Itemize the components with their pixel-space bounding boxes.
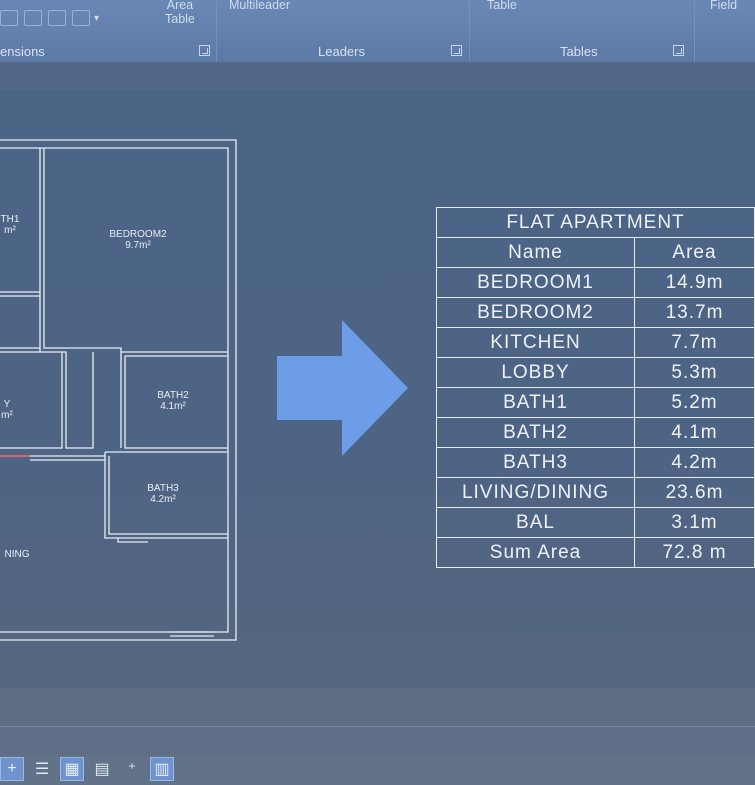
- multileader-button[interactable]: Multileader: [229, 0, 290, 12]
- room-label-bedroom2: BEDROOM2 9.7m²: [109, 229, 167, 251]
- panel-leaders: Leaders: [318, 44, 365, 59]
- table-row: BEDROOM2 13.7m: [436, 297, 755, 328]
- room-label-living-dining: NING: [4, 549, 30, 560]
- sum-label: Sum Area: [436, 537, 635, 568]
- command-line[interactable]: [0, 727, 755, 755]
- table-row: BAL 3.1m: [436, 507, 755, 538]
- dim-break-icon[interactable]: [72, 10, 90, 26]
- table-row: LIVING/DINING 23.6m: [436, 477, 755, 508]
- table-row: BATH3 4.2m: [436, 447, 755, 478]
- ucs-icon[interactable]: ⁺: [120, 757, 144, 781]
- area-table[interactable]: FLAT APARTMENT Name Area BEDROOM1 14.9m B…: [436, 207, 755, 568]
- room-label-bath3: BATH3 4.2m²: [147, 483, 179, 505]
- right-arrow-icon: [277, 320, 408, 456]
- chevron-down-icon[interactable]: ▾: [94, 13, 99, 24]
- header-area: Area: [634, 237, 755, 268]
- table-row: BEDROOM1 14.9m: [436, 267, 755, 298]
- dim-space-icon[interactable]: [48, 10, 66, 26]
- table-row: BATH1 5.2m: [436, 387, 755, 418]
- table-row: BATH2 4.1m: [436, 417, 755, 448]
- panel-tables: Tables: [560, 44, 598, 59]
- panel-dimensions: ensions: [0, 44, 45, 59]
- sum-value: 72.8 m: [634, 537, 755, 568]
- drawing-canvas[interactable]: TH1 m² BEDROOM2 9.7m² Ym² BATH2 4.1m² BATH3…: [0, 90, 755, 688]
- command-history: [0, 688, 755, 726]
- dimensions-launcher-icon[interactable]: [199, 45, 210, 56]
- header-name: Name: [436, 237, 635, 268]
- room-label-bath1: TH1 m²: [0, 214, 20, 236]
- dim-continue-icon[interactable]: [0, 10, 18, 26]
- table-row: KITCHEN 7.7m: [436, 327, 755, 358]
- field-button[interactable]: Field: [710, 0, 737, 12]
- lineweight-icon[interactable]: ☰: [30, 757, 54, 781]
- selection-cycling-icon[interactable]: ▤: [90, 757, 114, 781]
- table-row: LOBBY 5.3m: [436, 357, 755, 388]
- room-label-lobby: Ym²: [1, 399, 13, 421]
- tables-launcher-icon[interactable]: [673, 45, 684, 56]
- transparency-icon[interactable]: ▦: [60, 757, 84, 781]
- annotation-monitor-icon[interactable]: ▥: [150, 757, 174, 781]
- room-label-bath2: BATH2 4.1m²: [157, 390, 189, 412]
- ortho-plus-icon[interactable]: +: [0, 757, 24, 781]
- area-table-button[interactable]: Area Table: [165, 0, 195, 26]
- table-title: FLAT APARTMENT: [436, 207, 755, 238]
- ribbon-bottom-strip: [0, 62, 755, 90]
- leaders-launcher-icon[interactable]: [451, 45, 462, 56]
- dim-baseline-icon[interactable]: [24, 10, 42, 26]
- table-sum-row: Sum Area 72.8 m: [436, 537, 755, 568]
- dimension-tools: ▾: [0, 6, 99, 30]
- ribbon: ▾ Area Table Multileader Table Field ens…: [0, 0, 755, 62]
- table-button[interactable]: Table: [487, 0, 517, 12]
